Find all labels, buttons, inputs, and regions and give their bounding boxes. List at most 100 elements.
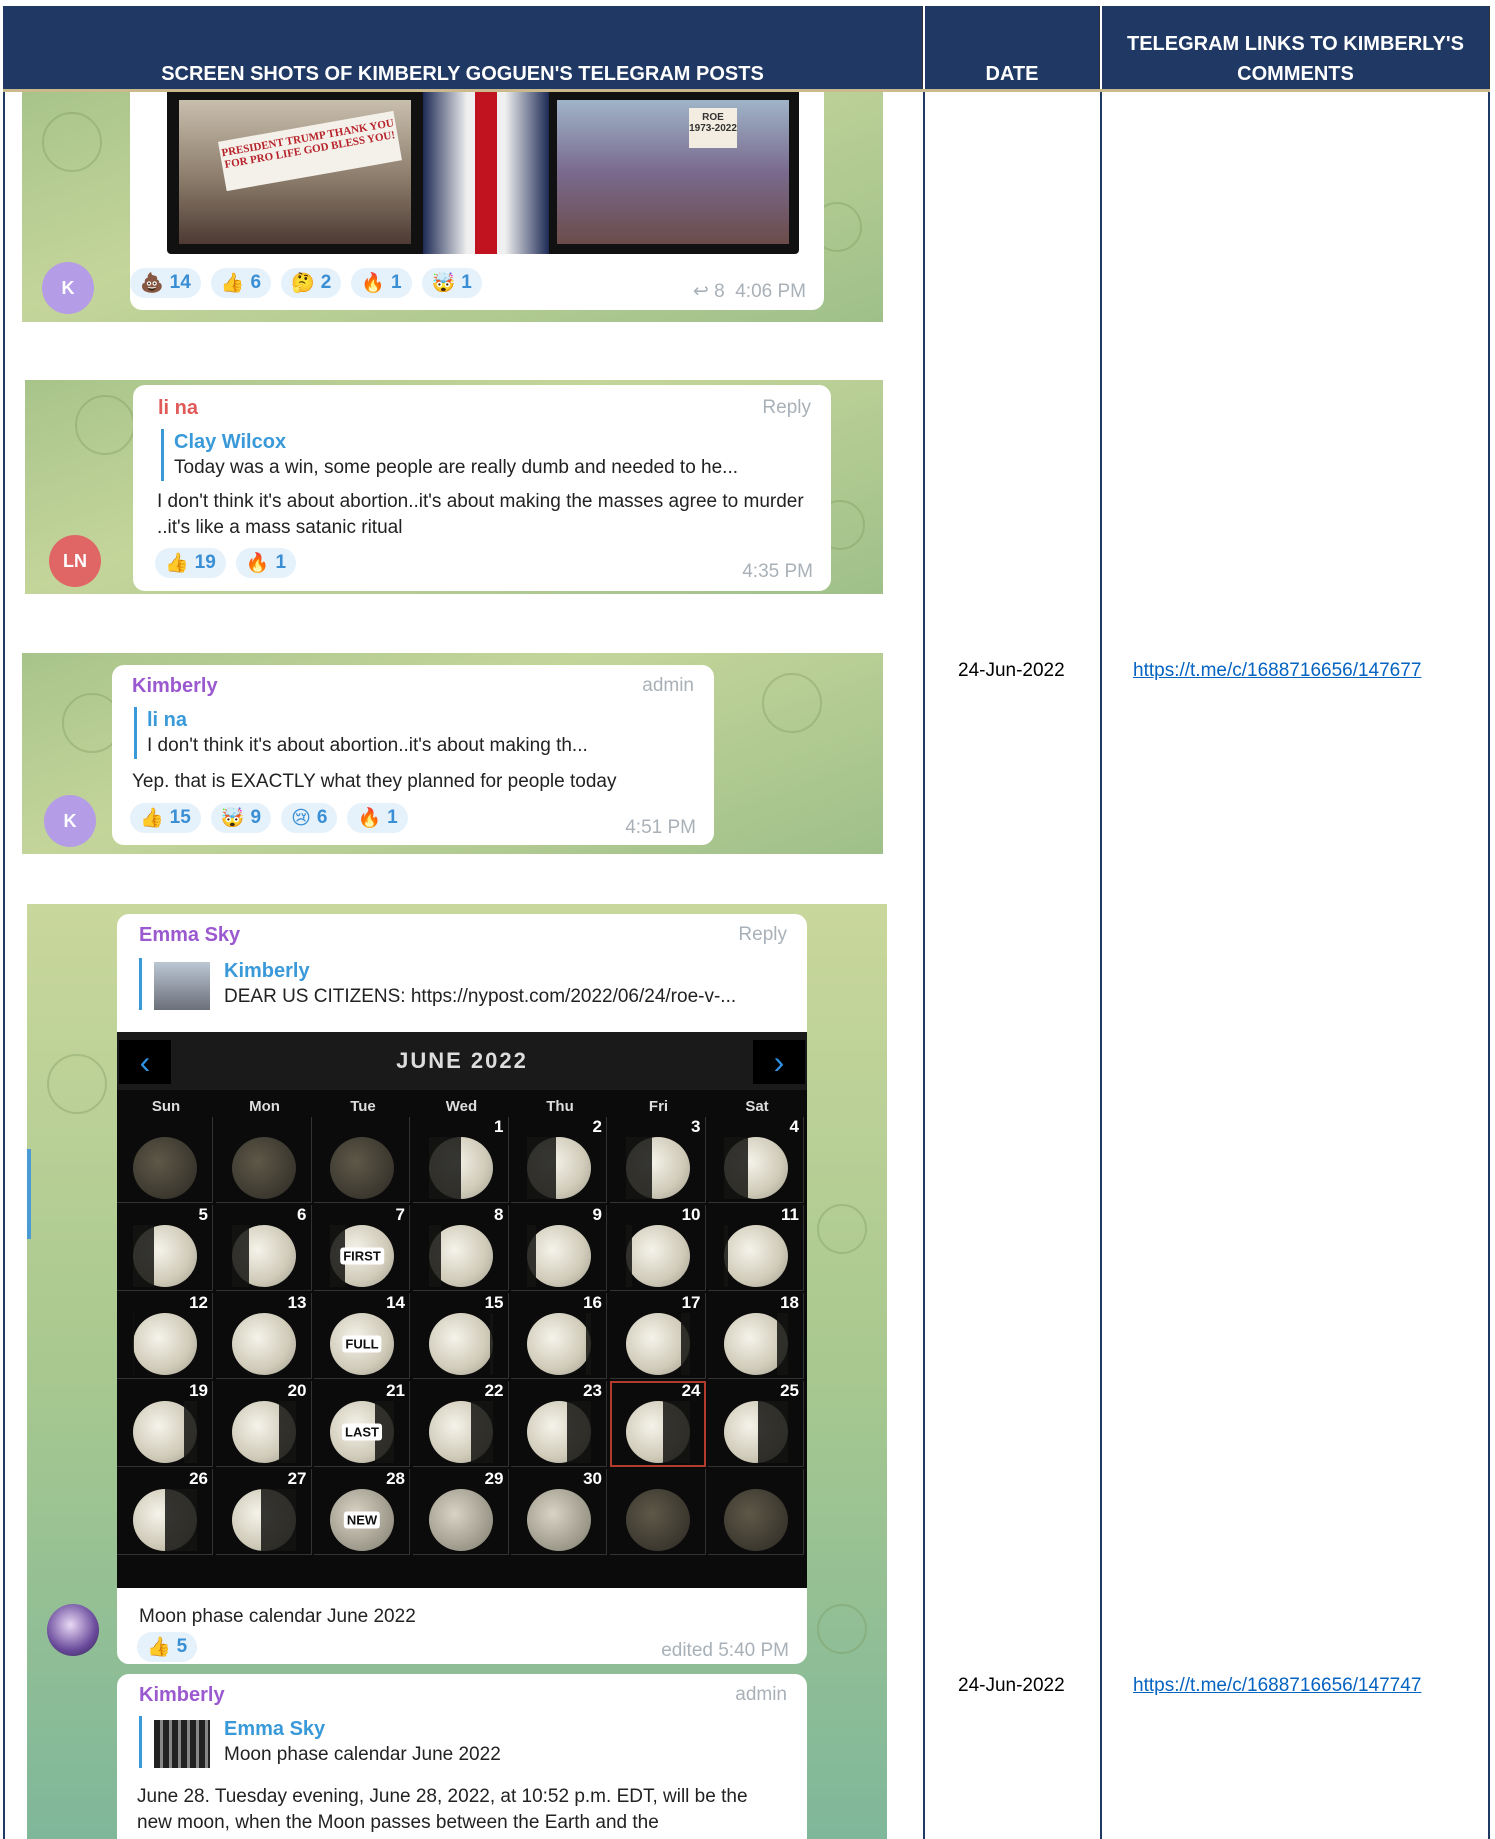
reaction-chip[interactable]: 👍 6 xyxy=(210,268,272,298)
crying-emoji-icon: 😢 xyxy=(291,807,311,829)
reply-label[interactable]: Reply xyxy=(762,397,811,419)
message-bubble: Kimberly admin li na I don't think it's … xyxy=(112,665,714,845)
calendar-day[interactable]: 17 xyxy=(609,1293,706,1379)
sender-name[interactable]: Kimberly xyxy=(139,1684,225,1707)
day-number: 4 xyxy=(789,1117,799,1136)
telegram-link[interactable]: https://t.me/c/1688716656/147677 xyxy=(1133,660,1421,682)
reaction-chip[interactable]: 🔥 1 xyxy=(351,268,412,298)
moon-shadow xyxy=(428,1225,441,1287)
calendar-day[interactable]: 25 xyxy=(708,1381,804,1467)
reaction-chip[interactable]: 🔥 1 xyxy=(347,803,408,833)
reaction-chip[interactable]: 👍 19 xyxy=(155,548,226,578)
calendar-day[interactable] xyxy=(117,1117,213,1203)
weekday-label: Mon xyxy=(249,1098,280,1115)
calendar-day[interactable]: 1 xyxy=(412,1117,509,1203)
moon-shadow xyxy=(164,1489,197,1551)
calendar-day[interactable]: 10 xyxy=(609,1205,706,1291)
sender-name[interactable]: Emma Sky xyxy=(139,924,240,947)
reaction-chip[interactable]: 👍 5 xyxy=(137,1632,198,1662)
reaction-chip[interactable]: 🤯 1 xyxy=(421,268,482,298)
fire-emoji-icon: 🔥 xyxy=(361,273,385,294)
moon-icon xyxy=(330,1137,394,1199)
day-number: 22 xyxy=(484,1381,504,1400)
reply-quote[interactable]: li na I don't think it's about abortion.… xyxy=(134,707,694,759)
calendar-day[interactable]: 14 FULL xyxy=(314,1293,410,1379)
telegram-link[interactable]: https://t.me/c/1688716656/147747 xyxy=(1133,1675,1421,1697)
moon-icon xyxy=(625,1401,690,1463)
message-text: June 28. Tuesday evening, June 28, 2022,… xyxy=(137,1786,748,1833)
avatar[interactable] xyxy=(47,1604,99,1656)
calendar-day[interactable]: 22 xyxy=(412,1381,509,1467)
roe-sign: ROE 1973-2022 xyxy=(689,108,737,148)
calendar-day[interactable]: 28 NEW xyxy=(314,1469,410,1555)
moon-shadow xyxy=(279,1401,296,1463)
calendar-day[interactable]: 3 xyxy=(609,1117,706,1203)
moon-shadow xyxy=(231,1225,250,1287)
calendar-day[interactable]: 13 xyxy=(215,1293,312,1379)
calendar-day[interactable]: 4 xyxy=(708,1117,804,1203)
reply-quote[interactable]: Emma Sky Moon phase calendar June 2022 xyxy=(139,1716,789,1768)
reaction-chip[interactable]: 👍 15 xyxy=(130,803,201,833)
avatar[interactable]: K xyxy=(44,795,96,847)
calendar-day[interactable]: 26 xyxy=(117,1469,213,1555)
prev-month-icon[interactable]: ‹ xyxy=(119,1040,171,1084)
moon-shadow xyxy=(566,1401,591,1463)
table-border-left xyxy=(3,92,5,1839)
calendar-day[interactable]: 9 xyxy=(511,1205,607,1291)
calendar-day[interactable] xyxy=(609,1469,706,1555)
avatar[interactable]: K xyxy=(42,262,94,314)
moon-icon xyxy=(231,1489,296,1551)
day-number: 27 xyxy=(287,1469,307,1488)
calendar-day[interactable]: 12 xyxy=(117,1293,213,1379)
calendar-day[interactable]: 5 xyxy=(117,1205,213,1291)
calendar-day[interactable]: 30 xyxy=(511,1469,607,1555)
calendar-day[interactable]: 20 xyxy=(215,1381,312,1467)
calendar-day[interactable] xyxy=(215,1117,312,1203)
sender-name[interactable]: Kimberly xyxy=(132,675,218,698)
day-number: 21 xyxy=(386,1381,405,1400)
reply-quote[interactable]: Kimberly DEAR US CITIZENS: https://nypos… xyxy=(139,958,789,1010)
moon-icon xyxy=(428,1137,493,1199)
calendar-day[interactable]: 19 xyxy=(117,1381,213,1467)
next-month-icon[interactable]: › xyxy=(753,1040,805,1084)
moon-shadow xyxy=(527,1225,537,1287)
message-time: edited 5:40 PM xyxy=(661,1640,789,1661)
calendar-day[interactable] xyxy=(314,1117,410,1203)
calendar-day[interactable]: 21 LAST xyxy=(314,1381,410,1467)
reaction-chip[interactable]: 💩 14 xyxy=(130,268,201,298)
reactions: 👍 19 🔥 1 xyxy=(155,548,297,578)
calendar-day[interactable]: 16 xyxy=(511,1293,607,1379)
reaction-count: 6 xyxy=(316,807,328,828)
moon-icon xyxy=(428,1401,493,1463)
calendar-day[interactable]: 24 xyxy=(609,1381,706,1467)
reply-quote[interactable]: Clay Wilcox Today was a win, some people… xyxy=(161,429,801,481)
day-number: 2 xyxy=(592,1117,602,1136)
reaction-count: 19 xyxy=(194,552,216,573)
calendar-day[interactable] xyxy=(708,1469,804,1555)
calendar-day[interactable]: 29 xyxy=(412,1469,509,1555)
calendar-day[interactable]: 18 xyxy=(708,1293,804,1379)
message-bubble: PRESIDENT TRUMP THANK YOU FOR PRO LIFE G… xyxy=(130,92,824,310)
sender-name[interactable]: li na xyxy=(158,397,198,420)
message-time: 4:35 PM xyxy=(742,561,813,582)
calendar-day[interactable]: 2 xyxy=(511,1117,607,1203)
reaction-chip[interactable]: 🤔 2 xyxy=(281,268,342,298)
day-number: 24 xyxy=(681,1381,701,1400)
calendar-day[interactable]: 6 xyxy=(215,1205,312,1291)
avatar[interactable]: LN xyxy=(49,535,101,587)
day-number: 30 xyxy=(583,1469,602,1488)
calendar-day[interactable]: 27 xyxy=(215,1469,312,1555)
calendar-day[interactable]: 15 xyxy=(412,1293,509,1379)
calendar-day[interactable]: 8 xyxy=(412,1205,509,1291)
calendar-day[interactable]: 23 xyxy=(511,1381,607,1467)
reaction-chip[interactable]: 🤯 9 xyxy=(210,803,272,833)
reply-label[interactable]: Reply xyxy=(738,924,787,946)
post-image: PRESIDENT TRUMP THANK YOU FOR PRO LIFE G… xyxy=(167,92,799,254)
moon-shadow xyxy=(489,1313,493,1375)
calendar-day[interactable]: 11 xyxy=(708,1205,804,1291)
reaction-chip[interactable]: 😢 6 xyxy=(281,803,338,833)
moon-icon xyxy=(724,1137,788,1199)
reaction-chip[interactable]: 🔥 1 xyxy=(235,548,297,578)
calendar-day[interactable]: 7 FIRST xyxy=(314,1205,410,1291)
forward-icon: ↩ xyxy=(692,281,715,302)
